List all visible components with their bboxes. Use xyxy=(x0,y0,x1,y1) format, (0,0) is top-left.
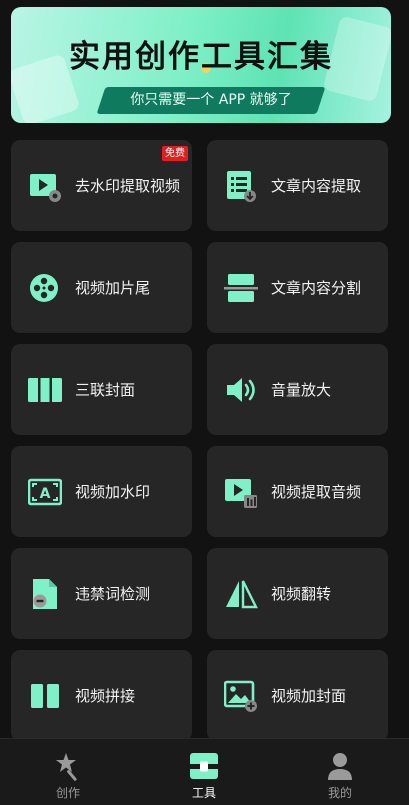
tool-card-add-watermark[interactable]: A 视频加水印 xyxy=(11,446,192,537)
tab-profile[interactable]: 我的 xyxy=(272,739,408,805)
document-split-icon xyxy=(224,273,258,302)
tool-label: 音量放大 xyxy=(271,381,332,399)
bottom-tab-bar: 创作 工具 我的 xyxy=(0,738,409,805)
speaker-icon xyxy=(227,377,255,402)
tool-card-triple-cover[interactable]: 三联封面 xyxy=(11,344,192,435)
banner-title: 实用创作工具汇集 xyxy=(69,39,333,75)
tool-label: 视频拼接 xyxy=(75,687,136,705)
document-extract-icon xyxy=(227,170,256,202)
flip-icon xyxy=(226,579,258,608)
banner-subtitle: 你只需要一个 APP 就够了 xyxy=(130,92,292,108)
tool-card-remove-watermark[interactable]: 去水印提取视频 免费 xyxy=(11,140,192,231)
svg-text:A: A xyxy=(40,486,51,502)
tab-tools[interactable]: 工具 xyxy=(136,739,272,805)
tab-label: 工具 xyxy=(191,786,216,800)
free-badge: 免费 xyxy=(162,146,188,161)
tool-label: 文章内容分割 xyxy=(271,279,362,297)
tool-card-banned-word-check[interactable]: 违禁词检测 xyxy=(11,548,192,639)
tool-card-extract-audio[interactable]: 视频提取音频 xyxy=(207,446,388,537)
banner-subtitle-box: 你只需要一个 APP 就够了 xyxy=(96,87,326,114)
audio-extract-icon xyxy=(225,478,257,508)
tab-create[interactable]: 创作 xyxy=(0,739,136,805)
star-wand-icon xyxy=(56,753,77,781)
tool-label: 视频提取音频 xyxy=(271,483,362,501)
tool-card-video-splice[interactable]: 视频拼接 xyxy=(11,650,192,741)
add-cover-icon xyxy=(224,680,257,712)
tool-card-article-extract[interactable]: 文章内容提取 xyxy=(207,140,388,231)
tool-label: 视频加片尾 xyxy=(75,279,151,297)
tool-card-add-cover[interactable]: 视频加封面 xyxy=(207,650,388,741)
tool-label: 文章内容提取 xyxy=(271,177,362,195)
video-watermark-icon xyxy=(30,173,61,202)
toolbox-icon xyxy=(190,753,218,779)
tool-label: 三联封面 xyxy=(75,381,136,399)
tool-card-volume-boost[interactable]: 音量放大 xyxy=(207,344,388,435)
add-watermark-icon: A xyxy=(28,478,62,505)
word-check-icon xyxy=(33,578,57,609)
tab-label: 我的 xyxy=(327,786,352,800)
triple-cover-icon xyxy=(28,375,62,404)
tool-card-video-flip[interactable]: 视频翻转 xyxy=(207,548,388,639)
tool-card-article-split[interactable]: 文章内容分割 xyxy=(207,242,388,333)
tool-label: 视频翻转 xyxy=(271,585,332,603)
tool-label: 违禁词检测 xyxy=(75,585,151,603)
film-reel-icon xyxy=(30,273,58,302)
banner[interactable]: 实用创作工具汇集 你只需要一个 APP 就够了 xyxy=(11,7,391,123)
tool-card-video-outro[interactable]: 视频加片尾 xyxy=(11,242,192,333)
tab-label: 创作 xyxy=(55,786,80,800)
tool-label: 视频加封面 xyxy=(271,687,347,705)
tool-label: 去水印提取视频 xyxy=(75,177,181,195)
person-icon xyxy=(328,753,352,780)
tool-label: 视频加水印 xyxy=(75,483,151,501)
video-splice-icon xyxy=(31,683,59,708)
